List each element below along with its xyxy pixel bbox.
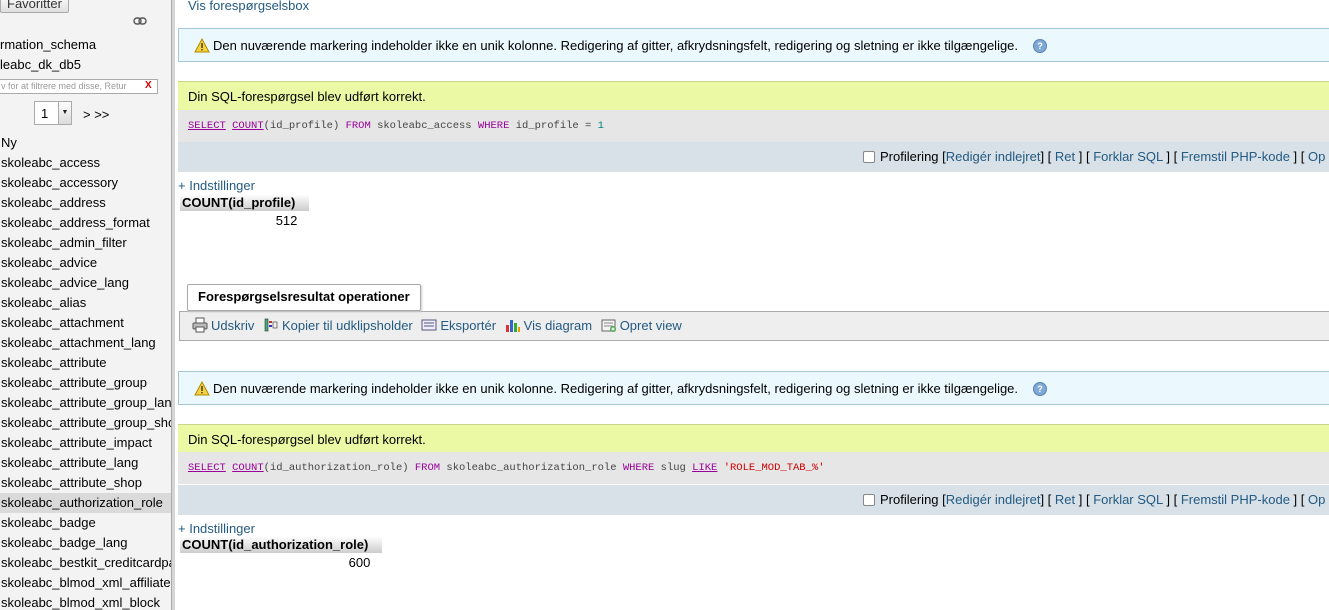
unique-column-notice: Den nuværende markering indeholder ikke … bbox=[178, 371, 1329, 405]
result-table: COUNT(id_authorization_role) 600 bbox=[180, 536, 383, 571]
query-operations-legend: Forespørgselsresultat operationer bbox=[187, 284, 421, 311]
sql-query: SELECT COUNT(id_profile) FROM skoleabc_a… bbox=[188, 120, 604, 132]
profiling-label: Profilering bbox=[880, 149, 939, 164]
help-icon[interactable]: ? bbox=[1033, 39, 1047, 53]
filter-clear-button[interactable]: X bbox=[145, 80, 152, 91]
query-tools-bar: Profilering [Redigér indlejret] [ Ret ] … bbox=[178, 485, 1329, 515]
explain-sql-link[interactable]: Forklar SQL bbox=[1093, 492, 1163, 507]
table-item-active[interactable]: skoleabc_authorization_role bbox=[0, 493, 171, 513]
success-message: Din SQL-forespørgsel blev udført korrekt… bbox=[178, 424, 1329, 454]
table-item[interactable]: skoleabc_alias bbox=[0, 293, 171, 313]
new-table-item[interactable]: Ny bbox=[0, 133, 171, 153]
help-icon[interactable]: ? bbox=[1033, 382, 1047, 396]
main-content: Vis forespørgselsbox Den nuværende marke… bbox=[175, 0, 1329, 610]
table-item[interactable]: skoleabc_blmod_xml_block bbox=[0, 593, 171, 610]
db-skoleabc[interactable]: leabc_dk_db5 bbox=[0, 57, 81, 72]
bar-chart-icon bbox=[505, 320, 520, 332]
table-item[interactable]: skoleabc_attribute_lang bbox=[0, 453, 171, 473]
query-operations-row: Udskriv Kopier til udklipsholder Eksport… bbox=[192, 317, 687, 333]
page-select-value: 1 bbox=[41, 106, 49, 121]
profiling-checkbox[interactable] bbox=[863, 151, 875, 163]
clipboard-icon bbox=[264, 318, 278, 332]
favorites-button[interactable]: Favoritter bbox=[0, 0, 69, 13]
result-table: COUNT(id_profile) 512 bbox=[180, 194, 310, 229]
notice-text: Den nuværende markering indeholder ikke … bbox=[213, 38, 1019, 53]
table-item[interactable]: skoleabc_address bbox=[0, 193, 171, 213]
success-message: Din SQL-forespørgsel blev udført korrekt… bbox=[178, 81, 1329, 111]
table-item[interactable]: skoleabc_badge_lang bbox=[0, 533, 171, 553]
result-cell: 512 bbox=[275, 213, 298, 228]
table-item[interactable]: skoleabc_admin_filter bbox=[0, 233, 171, 253]
page-next-link[interactable]: > >> bbox=[83, 107, 109, 122]
refresh-link[interactable]: Op bbox=[1308, 149, 1325, 164]
edit-link[interactable]: Ret bbox=[1055, 149, 1075, 164]
result-cell: 600 bbox=[348, 555, 371, 570]
profiling-checkbox[interactable] bbox=[863, 494, 875, 506]
column-header[interactable]: COUNT(id_authorization_role) bbox=[180, 536, 383, 553]
explain-sql-link[interactable]: Forklar SQL bbox=[1093, 149, 1163, 164]
create-php-code-link[interactable]: Fremstil PHP-kode bbox=[1181, 492, 1290, 507]
print-link[interactable]: Udskriv bbox=[211, 318, 254, 333]
create-php-code-link[interactable]: Fremstil PHP-kode bbox=[1181, 149, 1290, 164]
edit-link[interactable]: Ret bbox=[1055, 492, 1075, 507]
chart-action[interactable]: Vis diagram bbox=[505, 317, 592, 333]
table-item[interactable]: skoleabc_attribute_group_sho bbox=[0, 413, 171, 433]
sql-query: SELECT COUNT(id_authorization_role) FROM… bbox=[188, 462, 825, 474]
printer-icon bbox=[192, 317, 208, 333]
navigation-panel: Favoritter rmation_schema leabc_dk_db5 v… bbox=[0, 0, 172, 610]
create-view-icon bbox=[601, 319, 616, 332]
create-view-action[interactable]: Opret view bbox=[601, 317, 682, 333]
table-item[interactable]: skoleabc_attribute_group bbox=[0, 373, 171, 393]
table-list: Ny skoleabc_access skoleabc_accessory sk… bbox=[0, 133, 171, 610]
export-action[interactable]: Eksportér bbox=[421, 317, 496, 333]
table-item[interactable]: skoleabc_attachment_lang bbox=[0, 333, 171, 353]
table-item[interactable]: skoleabc_blmod_xml_affiliate bbox=[0, 573, 171, 593]
db-information-schema[interactable]: rmation_schema bbox=[0, 37, 96, 52]
table-item[interactable]: skoleabc_advice_lang bbox=[0, 273, 171, 293]
edit-inline-link[interactable]: Redigér indlejret bbox=[946, 149, 1041, 164]
table-item[interactable]: skoleabc_address_format bbox=[0, 213, 171, 233]
show-query-box-link[interactable]: Vis forespørgselsbox bbox=[188, 0, 309, 13]
options-toggle-link[interactable]: + Indstillinger bbox=[178, 178, 255, 193]
table-item[interactable]: skoleabc_attribute bbox=[0, 353, 171, 373]
edit-inline-link[interactable]: Redigér indlejret bbox=[946, 492, 1041, 507]
table-item[interactable]: skoleabc_attribute_group_lan bbox=[0, 393, 171, 413]
table-item[interactable]: skoleabc_bestkit_creditcardpa bbox=[0, 553, 171, 573]
profiling-label: Profilering bbox=[880, 492, 939, 507]
print-action[interactable]: Udskriv bbox=[192, 317, 254, 333]
column-header[interactable]: COUNT(id_profile) bbox=[180, 194, 310, 211]
create-view-link[interactable]: Opret view bbox=[620, 318, 682, 333]
link-icon[interactable] bbox=[133, 16, 147, 26]
copy-action[interactable]: Kopier til udklipsholder bbox=[263, 317, 413, 333]
refresh-link[interactable]: Op bbox=[1308, 492, 1325, 507]
success-text: Din SQL-forespørgsel blev udført korrekt… bbox=[188, 432, 426, 447]
export-link[interactable]: Eksportér bbox=[440, 318, 496, 333]
sql-query-display[interactable]: SELECT COUNT(id_profile) FROM skoleabc_a… bbox=[178, 110, 1329, 142]
table-item[interactable]: skoleabc_accessory bbox=[0, 173, 171, 193]
notice-text: Den nuværende markering indeholder ikke … bbox=[213, 381, 1019, 396]
table-item[interactable]: skoleabc_attribute_impact bbox=[0, 433, 171, 453]
table-item[interactable]: skoleabc_attribute_shop bbox=[0, 473, 171, 493]
table-item[interactable]: skoleabc_badge bbox=[0, 513, 171, 533]
chevron-down-icon: ▼ bbox=[58, 102, 71, 124]
options-toggle-link[interactable]: + Indstillinger bbox=[178, 521, 255, 536]
table-item[interactable]: skoleabc_access bbox=[0, 153, 171, 173]
success-text: Din SQL-forespørgsel blev udført korrekt… bbox=[188, 89, 426, 104]
warning-icon bbox=[194, 38, 210, 53]
sql-query-display[interactable]: SELECT COUNT(id_authorization_role) FROM… bbox=[178, 452, 1329, 484]
export-icon bbox=[421, 319, 437, 331]
table-item[interactable]: skoleabc_advice bbox=[0, 253, 171, 273]
warning-icon bbox=[194, 381, 210, 396]
table-item[interactable]: skoleabc_attachment bbox=[0, 313, 171, 333]
query-tools-bar: Profilering [Redigér indlejret] [ Ret ] … bbox=[178, 142, 1329, 172]
unique-column-notice: Den nuværende markering indeholder ikke … bbox=[178, 28, 1329, 62]
page-select[interactable]: 1 ▼ bbox=[34, 101, 72, 125]
display-chart-link[interactable]: Vis diagram bbox=[524, 318, 592, 333]
table-filter-input[interactable]: v for at filtrere med disse, Retur bbox=[0, 79, 158, 94]
copy-to-clipboard-link[interactable]: Kopier til udklipsholder bbox=[282, 318, 413, 333]
